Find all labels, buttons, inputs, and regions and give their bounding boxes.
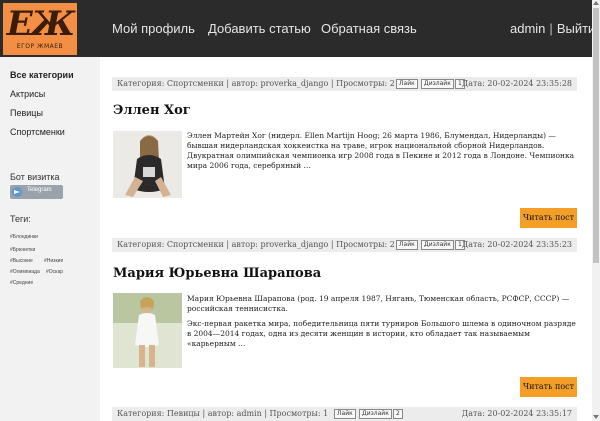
sidebar-item-singers[interactable]: Певицы <box>10 108 43 118</box>
nav-feedback[interactable]: Обратная связь <box>321 21 417 36</box>
post-date: Дата: 20-02-2024 23:35:17 <box>461 409 572 418</box>
user-area: admin | Выйти <box>510 21 595 36</box>
photo-portrait-icon <box>113 131 182 198</box>
post-meta: Категория: Певицы | автор: admin | Просм… <box>117 409 329 418</box>
tag-link[interactable]: #Высокие <box>10 258 33 264</box>
tag-link[interactable]: #Брюнетки <box>10 247 35 253</box>
telegram-icon <box>12 187 22 197</box>
page-scrollbar[interactable] <box>592 0 600 421</box>
post-date: Дата: 20-02-2024 23:35:28 <box>461 79 572 88</box>
tags-title: Теги: <box>10 214 31 224</box>
scroll-up-arrow-icon[interactable] <box>593 1 599 5</box>
like-button[interactable]: Лайк <box>396 79 418 89</box>
post-list: Категория: Спортсменки | автор: proverka… <box>100 57 592 421</box>
photo-portrait-icon <box>113 293 182 368</box>
post-meta: Категория: Спортсменки | автор: proverka… <box>117 240 395 249</box>
post-meta: Категория: Спортсменки | автор: proverka… <box>117 79 395 88</box>
scrollbar-thumb[interactable] <box>593 8 599 263</box>
post-meta-bar: Категория: Певицы | автор: admin | Просм… <box>112 407 577 421</box>
read-post-button[interactable]: Читать пост <box>520 208 577 228</box>
sidebar-item-actresses[interactable]: Актрисы <box>10 89 45 99</box>
post-paragraph: Эллен Мартейн Хог (нидерл. Ellen Martijn… <box>187 131 575 170</box>
sidebar-item-sportswomen[interactable]: Спортсменки <box>10 127 65 137</box>
sidebar: Все категории Актрисы Певицы Спортсменки… <box>0 57 100 421</box>
tag-link[interactable]: #Олимпиада <box>10 269 40 275</box>
post-meta-bar: Категория: Спортсменки | автор: proverka… <box>112 238 577 252</box>
telegram-label: Telegram <box>27 187 52 193</box>
post-thumbnail[interactable] <box>113 293 182 368</box>
tag-link[interactable]: #Оскар <box>46 269 63 275</box>
like-button[interactable]: Лайк <box>334 409 356 419</box>
post-title[interactable]: Эллен Хог <box>113 103 191 118</box>
post-thumbnail[interactable] <box>113 131 182 198</box>
nav-add-article[interactable]: Добавить статью <box>208 21 311 36</box>
tag-link[interactable]: #Блондинки <box>10 234 38 240</box>
site-logo[interactable]: ЕЖ ЕГОР ЖМАЕВ <box>3 3 77 55</box>
dislike-button[interactable]: Дизлайк <box>421 79 454 89</box>
post-excerpt: Эллен Мартейн Хог (нидерл. Ellen Martijn… <box>187 131 577 176</box>
logo-subtitle: ЕГОР ЖМАЕВ <box>16 43 64 50</box>
post-meta-bar: Категория: Спортсменки | автор: proverka… <box>112 77 577 91</box>
post-paragraph: Мария Юрьевна Шарапова (род. 19 апреля 1… <box>187 294 570 313</box>
like-button[interactable]: Лайк <box>396 240 418 250</box>
post-title[interactable]: Мария Юрьевна Шарапова <box>113 266 321 281</box>
post-paragraph: Экс-первая ракетка мира, победительница … <box>187 319 576 348</box>
tag-link[interactable]: #Средние <box>10 280 33 286</box>
tag-link[interactable]: #Низкие <box>44 258 63 264</box>
rating-count: 2 <box>393 409 403 419</box>
logo-mark: ЕЖ <box>6 4 76 44</box>
read-post-button[interactable]: Читать пост <box>520 377 577 397</box>
telegram-button[interactable]: Telegram <box>10 185 63 199</box>
sidebar-item-all-categories[interactable]: Все категории <box>10 70 74 80</box>
bot-card-label: Бот визитка <box>10 172 60 182</box>
top-header: ЕЖ ЕГОР ЖМАЕВ Мой профиль Добавить стать… <box>0 0 595 57</box>
post-excerpt: Мария Юрьевна Шарапова (род. 19 апреля 1… <box>187 294 577 354</box>
dislike-button[interactable]: Дизлайк <box>359 409 392 419</box>
post-date: Дата: 20-02-2024 23:35:23 <box>461 240 572 249</box>
nav-separator: | <box>549 21 553 36</box>
nav-username[interactable]: admin <box>510 21 545 36</box>
nav-my-profile[interactable]: Мой профиль <box>112 21 195 36</box>
nav-logout[interactable]: Выйти <box>557 21 596 36</box>
dislike-button[interactable]: Дизлайк <box>421 240 454 250</box>
scroll-down-arrow-icon[interactable] <box>593 415 599 419</box>
